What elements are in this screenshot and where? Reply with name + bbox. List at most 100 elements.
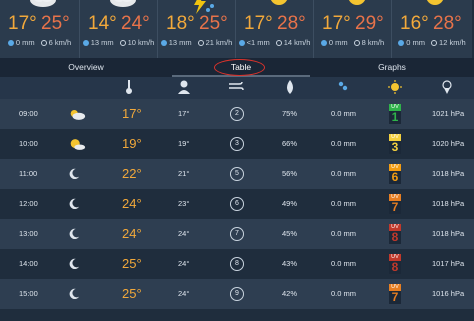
- day-low-temp: 28°: [433, 13, 462, 34]
- table-row: 11:00 22° 21° 5 56% 0.0 mm UV 6 1018 hPa: [0, 159, 474, 189]
- wind-value: 21 km/h: [197, 38, 232, 47]
- row-precipitation: 0.0 mm: [331, 259, 357, 268]
- uv-sun-icon: [388, 80, 402, 94]
- row-temperature: 17°: [122, 106, 142, 121]
- row-pressure: 1017 hPa: [432, 259, 465, 268]
- wind-value: 14 km/h: [275, 38, 310, 47]
- row-wind-force: 9: [230, 287, 244, 301]
- row-wind-force: 3: [230, 137, 244, 151]
- table-header: [0, 77, 474, 99]
- rain-icon: [338, 81, 348, 91]
- moon-icon: [68, 159, 80, 189]
- row-pressure: 1021 hPa: [432, 109, 465, 118]
- row-time: 09:00: [19, 109, 38, 118]
- precip-value: 0 mm: [320, 38, 348, 47]
- wind-value: 8 km/h: [353, 38, 384, 47]
- row-uv-index: UV 6: [389, 164, 401, 184]
- row-feels-like: 24°: [178, 289, 190, 298]
- moon-icon: [68, 249, 80, 279]
- day-card[interactable]: 14° 24° 13 mm 10 km/h: [80, 0, 158, 58]
- row-pressure: 1020 hPa: [432, 139, 465, 148]
- row-precipitation: 0.0 mm: [331, 199, 357, 208]
- row-feels-like: 23°: [178, 199, 190, 208]
- row-time: 10:00: [19, 139, 38, 148]
- wind-value: 6 km/h: [40, 38, 71, 47]
- moon-icon: [68, 219, 80, 249]
- row-precipitation: 0.0 mm: [331, 289, 357, 298]
- day-low-temp: 25°: [199, 13, 228, 34]
- day-high-temp: 17°: [8, 13, 37, 34]
- row-temperature: 19°: [122, 136, 142, 151]
- rain-icon: [238, 39, 245, 46]
- day-high-temp: 17°: [244, 13, 273, 34]
- row-uv-index: UV 8: [389, 254, 401, 274]
- cloud-icon: [110, 0, 136, 7]
- row-temperature: 25°: [122, 286, 142, 301]
- rain-icon: [82, 39, 89, 46]
- row-uv-index: UV 7: [389, 194, 401, 214]
- day-low-temp: 28°: [277, 13, 306, 34]
- row-temperature: 22°: [122, 166, 142, 181]
- rain-icon: [7, 39, 14, 46]
- day-high-temp: 17°: [322, 13, 351, 34]
- row-uv-index: UV 3: [389, 134, 401, 154]
- wind-icon: [40, 39, 47, 46]
- day-card[interactable]: 17° 28° <1 mm 14 km/h: [236, 0, 314, 58]
- row-feels-like: 24°: [178, 259, 190, 268]
- row-humidity: 45%: [282, 229, 298, 238]
- table-row: 15:00 25° 24° 9 42% 0.0 mm UV 7 1016 hPa: [0, 279, 474, 309]
- wind-icon: [275, 39, 282, 46]
- row-feels-like: 17°: [178, 109, 190, 118]
- precip-value: 13 mm: [82, 38, 114, 47]
- row-pressure: 1016 hPa: [432, 289, 465, 298]
- sun-icon: [348, 0, 366, 5]
- wind-icon: [431, 39, 438, 46]
- person-icon: [178, 80, 190, 94]
- day-low-temp: 25°: [41, 13, 70, 34]
- day-high-temp: 16°: [400, 13, 429, 34]
- sun-icon: [426, 0, 444, 5]
- day-card[interactable]: 17° 25° 0 mm 6 km/h: [0, 0, 80, 58]
- rain-icon: [398, 39, 405, 46]
- row-time: 15:00: [19, 289, 38, 298]
- row-wind-force: 6: [230, 197, 244, 211]
- day-card[interactable]: 17° 29° 0 mm 8 km/h: [314, 0, 392, 58]
- precip-value: <1 mm: [238, 38, 270, 47]
- row-temperature: 24°: [122, 196, 142, 211]
- pressure-icon: [442, 80, 452, 94]
- row-pressure: 1018 hPa: [432, 229, 465, 238]
- rain-icon: [160, 39, 167, 46]
- table-row: 10:00 19° 19° 3 66% 0.0 mm UV 3 1020 hPa: [0, 129, 474, 159]
- wind-value: 12 km/h: [431, 38, 466, 47]
- day-card[interactable]: 18° 25° 13 mm 21 km/h: [158, 0, 236, 58]
- row-feels-like: 21°: [178, 169, 190, 178]
- rain-icon: [320, 39, 327, 46]
- row-feels-like: 19°: [178, 139, 190, 148]
- row-humidity: 43%: [282, 259, 298, 268]
- row-uv-index: UV 8: [389, 224, 401, 244]
- table-row: 14:00 25° 24° 8 43% 0.0 mm UV 8 1017 hPa: [0, 249, 474, 279]
- row-humidity: 42%: [282, 289, 298, 298]
- precip-value: 0 mm: [7, 38, 35, 47]
- row-precipitation: 0.0 mm: [331, 109, 357, 118]
- row-wind-force: 5: [230, 167, 244, 181]
- row-humidity: 49%: [282, 199, 298, 208]
- row-time: 12:00: [19, 199, 38, 208]
- row-temperature: 25°: [122, 256, 142, 271]
- wind-value: 10 km/h: [119, 38, 154, 47]
- day-card[interactable]: 16° 28° 0 mm 12 km/h: [392, 0, 472, 58]
- tab-graphs[interactable]: Graphs: [310, 58, 474, 77]
- tab-overview[interactable]: Overview: [0, 58, 172, 77]
- day-low-temp: 24°: [121, 13, 150, 34]
- sun-icon: [270, 0, 288, 5]
- row-time: 14:00: [19, 259, 38, 268]
- row-temperature: 24°: [122, 226, 142, 241]
- daily-forecast-strip: 17° 25° 0 mm 6 km/h 14° 24° 13 mm 10 km/h …: [0, 0, 474, 58]
- humidity-icon: [287, 80, 293, 94]
- cloud-icon: [30, 0, 56, 7]
- row-humidity: 56%: [282, 169, 298, 178]
- row-time: 11:00: [19, 169, 38, 178]
- row-wind-force: 7: [230, 227, 244, 241]
- sun-cloud-icon: [68, 129, 86, 159]
- row-pressure: 1018 hPa: [432, 199, 465, 208]
